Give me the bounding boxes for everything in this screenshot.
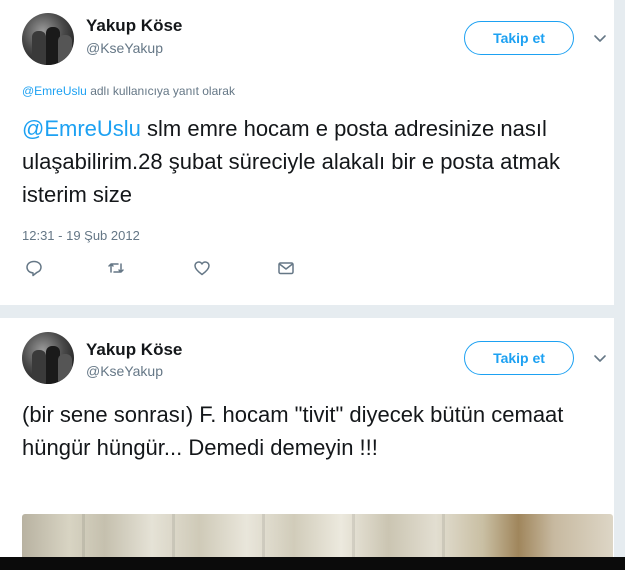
reply-context: @EmreUslu adlı kullanıcıya yanıt olarak	[22, 84, 235, 98]
mention-link[interactable]: @EmreUslu	[22, 116, 141, 141]
tweet-text: @EmreUslu slm emre hocam e posta adresin…	[22, 112, 602, 211]
retweet-icon[interactable]	[106, 258, 126, 278]
screen-edge	[0, 557, 625, 570]
reply-mention-link[interactable]: @EmreUslu	[22, 84, 87, 98]
chevron-down-icon[interactable]	[592, 350, 608, 366]
timestamp[interactable]: 12:31 - 19 Şub 2012	[22, 228, 140, 243]
chevron-down-icon[interactable]	[592, 30, 608, 46]
tweet-card: Yakup Köse @KseYakup Takip et (bir sene …	[0, 318, 614, 570]
follow-button[interactable]: Takip et	[464, 341, 574, 375]
avatar[interactable]	[22, 332, 74, 384]
message-icon[interactable]	[276, 258, 296, 278]
avatar[interactable]	[22, 13, 74, 65]
reply-context-label: adlı kullanıcıya yanıt olarak	[86, 84, 235, 98]
author-handle[interactable]: @KseYakup	[86, 40, 163, 56]
tweet-text: (bir sene sonrası) F. hocam "tivit" diye…	[22, 398, 602, 464]
author-name[interactable]: Yakup Köse	[86, 340, 182, 360]
follow-button[interactable]: Takip et	[464, 21, 574, 55]
tweet-body: (bir sene sonrası) F. hocam "tivit" diye…	[22, 402, 564, 460]
author-handle[interactable]: @KseYakup	[86, 363, 163, 379]
tweet-card: Yakup Köse @KseYakup Takip et @EmreUslu …	[0, 0, 614, 305]
reply-icon[interactable]	[24, 258, 44, 278]
like-icon[interactable]	[192, 258, 212, 278]
author-name[interactable]: Yakup Köse	[86, 16, 182, 36]
